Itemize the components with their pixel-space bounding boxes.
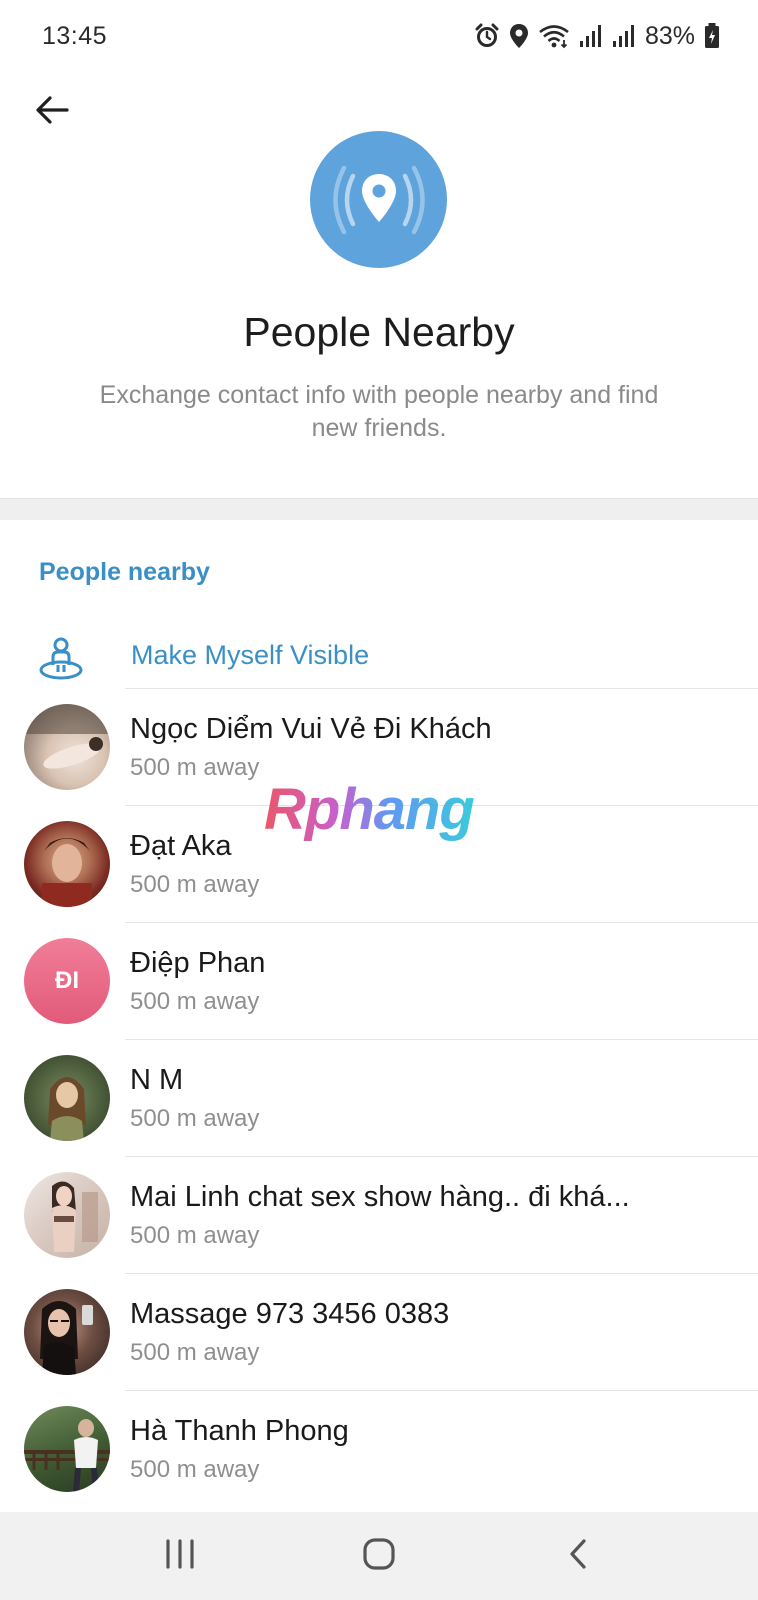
person-distance: 500 m away — [130, 871, 260, 898]
avatar-initials: ĐI — [55, 967, 79, 994]
page-title: People Nearby — [243, 309, 515, 355]
person-distance: 500 m away — [130, 1456, 260, 1483]
navigation-bar — [0, 1512, 758, 1600]
recents-button[interactable] — [145, 1526, 215, 1586]
list-item[interactable]: Mai Linh chat sex show hàng.. đi khá... … — [0, 1156, 758, 1274]
signal-icon — [612, 24, 636, 48]
person-name: Mai Linh chat sex show hàng.. đi khá... — [130, 1181, 630, 1213]
person-distance: 500 m away — [130, 1222, 260, 1249]
home-icon — [362, 1537, 396, 1576]
person-name: N M — [130, 1064, 184, 1096]
person-radar-icon — [38, 635, 84, 681]
wifi-icon — [538, 23, 570, 49]
page-description: Exchange contact info with people nearby… — [99, 381, 659, 442]
watermark-logo: Rphang — [264, 777, 475, 842]
status-time: 13:45 — [42, 21, 108, 50]
recents-icon — [164, 1538, 196, 1574]
avatar — [24, 1055, 110, 1141]
section-header: People nearby — [39, 558, 210, 586]
list-item[interactable]: N M 500 m away — [0, 1039, 758, 1157]
people-nearby-list: People nearby Make Myself Visible Ngọc D… — [0, 520, 758, 1512]
avatar — [24, 821, 110, 907]
list-item[interactable]: ĐI Điệp Phan 500 m away — [0, 922, 758, 1040]
location-radar-icon — [310, 131, 447, 268]
divider — [125, 1390, 758, 1391]
avatar — [24, 704, 110, 790]
person-distance: 500 m away — [130, 754, 260, 781]
make-myself-visible-button[interactable]: Make Myself Visible — [0, 620, 758, 694]
person-distance: 500 m away — [130, 1105, 260, 1132]
screen: 13:45 83% People Nearby Exchange contact… — [0, 0, 758, 1600]
arrow-left-icon — [35, 95, 69, 130]
section-divider — [0, 498, 758, 520]
home-button[interactable] — [344, 1526, 414, 1586]
status-bar: 13:45 83% — [0, 0, 758, 72]
divider — [125, 1039, 758, 1040]
person-distance: 500 m away — [130, 1339, 260, 1366]
divider — [125, 1156, 758, 1157]
signal-icon — [579, 24, 603, 48]
person-name: Ngọc Diểm Vui Vẻ Đi Khách — [130, 713, 492, 745]
avatar — [24, 1406, 110, 1492]
list-item[interactable]: Hà Thanh Phong 500 m away — [0, 1390, 758, 1508]
avatar: ĐI — [24, 938, 110, 1024]
divider — [125, 1273, 758, 1274]
back-chevron-icon — [567, 1538, 589, 1575]
battery-percent: 83% — [644, 21, 695, 50]
person-name: Hà Thanh Phong — [130, 1415, 349, 1447]
person-name: Massage 973 3456 0383 — [130, 1298, 450, 1330]
avatar — [24, 1289, 110, 1375]
header: People Nearby Exchange contact info with… — [0, 72, 758, 500]
avatar — [24, 1172, 110, 1258]
status-icons: 83% — [474, 22, 720, 51]
divider — [125, 922, 758, 923]
back-button[interactable] — [26, 86, 78, 138]
system-back-button[interactable] — [543, 1526, 613, 1586]
battery-charging-icon — [704, 23, 720, 49]
list-item[interactable]: Massage 973 3456 0383 500 m away — [0, 1273, 758, 1391]
divider — [125, 688, 758, 689]
alarm-icon — [474, 23, 500, 49]
make-myself-visible-label: Make Myself Visible — [131, 640, 370, 670]
person-name: Điệp Phan — [130, 947, 266, 979]
person-distance: 500 m away — [130, 988, 260, 1015]
location-icon — [509, 23, 529, 49]
